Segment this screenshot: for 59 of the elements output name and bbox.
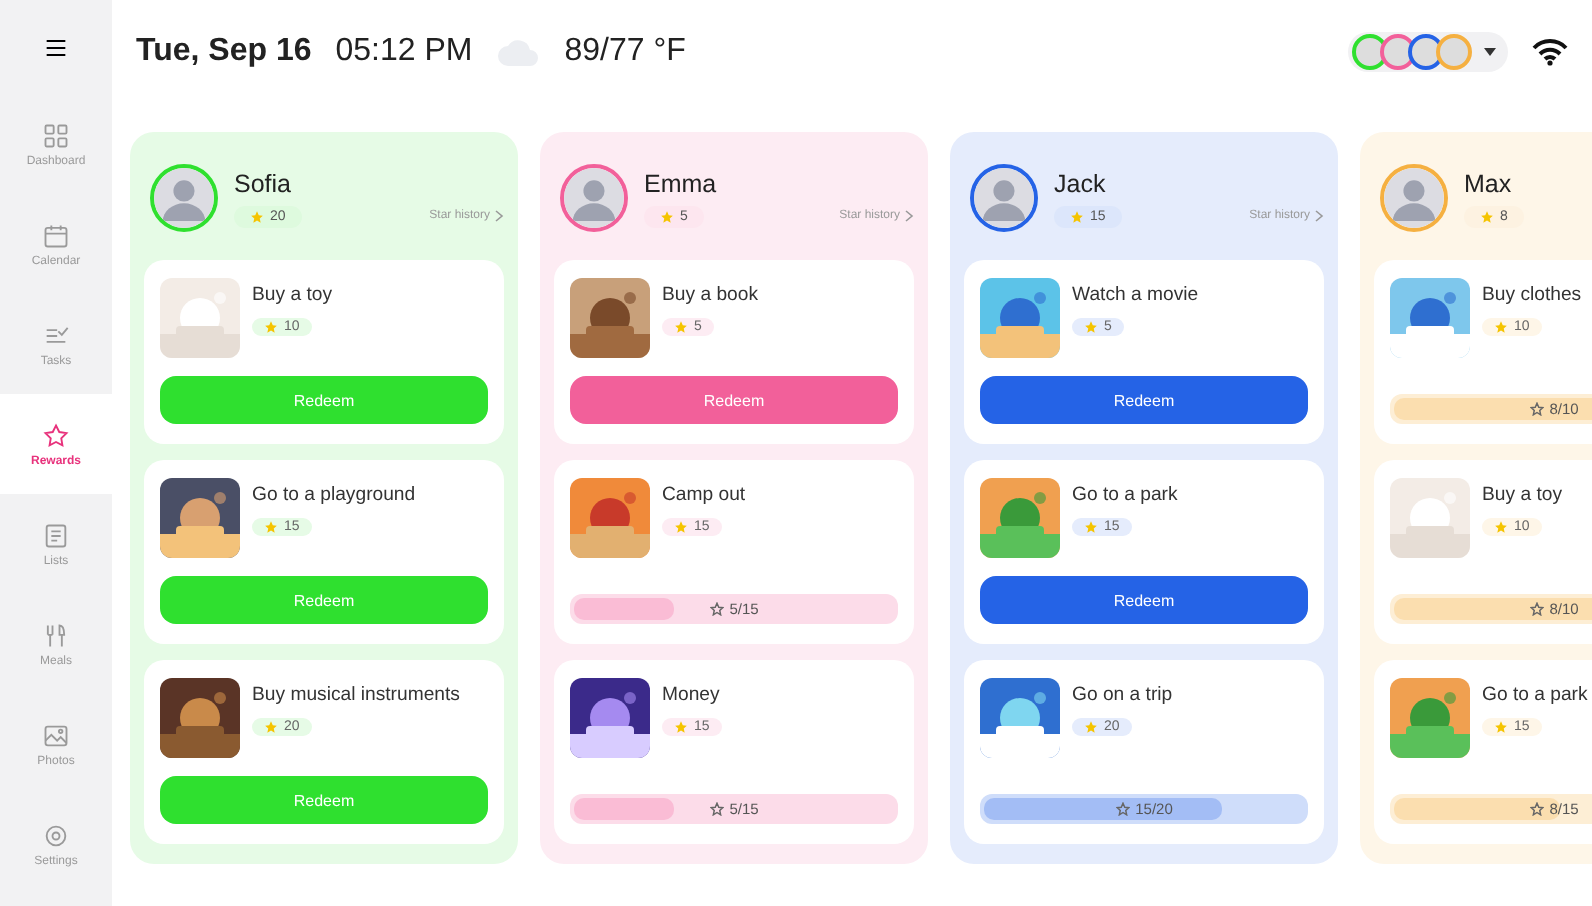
star-icon bbox=[42, 421, 70, 449]
reward-title: Go to a park bbox=[1072, 484, 1178, 506]
reward-title: Buy a toy bbox=[252, 284, 332, 306]
reward-title: Go to a park bbox=[1482, 684, 1588, 706]
star-outline-icon bbox=[1529, 402, 1544, 416]
star-icon bbox=[674, 320, 688, 334]
redeem-button[interactable]: Redeem bbox=[570, 376, 898, 424]
chevron-right-icon bbox=[904, 210, 914, 222]
chevron-right-icon bbox=[494, 210, 504, 222]
star-outline-icon bbox=[709, 802, 724, 816]
star-icon bbox=[264, 520, 278, 534]
reward-title: Money bbox=[662, 684, 720, 706]
wifi-icon bbox=[1532, 38, 1568, 66]
star-outline-icon bbox=[1529, 602, 1544, 616]
reward-title: Buy musical instruments bbox=[252, 684, 460, 706]
member-name: Sofia bbox=[234, 169, 293, 197]
star-icon bbox=[1494, 320, 1508, 334]
star-icon bbox=[660, 209, 674, 223]
star-icon bbox=[264, 320, 278, 334]
star-outline-icon bbox=[709, 602, 724, 616]
list-icon bbox=[42, 521, 70, 549]
redeem-button[interactable]: Redeem bbox=[980, 576, 1308, 624]
star-icon bbox=[1084, 520, 1098, 534]
star-icon bbox=[264, 720, 278, 734]
settings-icon bbox=[42, 821, 70, 849]
date-text: Tue, Sep 16 bbox=[136, 34, 312, 70]
reward-title: Buy a toy bbox=[1482, 484, 1562, 506]
star-icon bbox=[1494, 520, 1508, 534]
star-outline-icon bbox=[1115, 802, 1130, 816]
star-icon bbox=[674, 720, 688, 734]
star-icon bbox=[1084, 720, 1098, 734]
chevron-right-icon bbox=[1314, 210, 1324, 222]
reward-title: Go to a playground bbox=[252, 484, 416, 506]
family-switcher[interactable] bbox=[1348, 32, 1508, 72]
member-name: Emma bbox=[644, 169, 719, 197]
time-text: 05:12 PM bbox=[335, 34, 473, 70]
star-icon bbox=[1084, 320, 1098, 334]
reward-title: Buy clothes bbox=[1482, 284, 1582, 306]
redeem-button[interactable]: Redeem bbox=[160, 776, 488, 824]
temperature-text: 89/77 °F bbox=[564, 34, 686, 70]
member-name: Jack bbox=[1054, 169, 1108, 197]
reward-title: Watch a movie bbox=[1072, 284, 1199, 306]
member-name: Max bbox=[1464, 169, 1514, 197]
star-icon bbox=[1480, 209, 1494, 223]
star-icon bbox=[1070, 209, 1084, 223]
redeem-button[interactable]: Redeem bbox=[160, 576, 488, 624]
star-outline-icon bbox=[1529, 802, 1544, 816]
star-icon bbox=[250, 209, 264, 223]
utensils-icon bbox=[42, 621, 70, 649]
redeem-button[interactable]: Redeem bbox=[160, 376, 488, 424]
star-icon bbox=[674, 520, 688, 534]
redeem-button[interactable]: Redeem bbox=[980, 376, 1308, 424]
reward-title: Go on a trip bbox=[1072, 684, 1173, 706]
image-icon bbox=[42, 721, 70, 749]
star-icon bbox=[1494, 720, 1508, 734]
dashboard-icon bbox=[42, 121, 70, 149]
reward-title: Buy a book bbox=[662, 284, 759, 306]
reward-title: Camp out bbox=[662, 484, 746, 506]
calendar-icon bbox=[42, 221, 70, 249]
